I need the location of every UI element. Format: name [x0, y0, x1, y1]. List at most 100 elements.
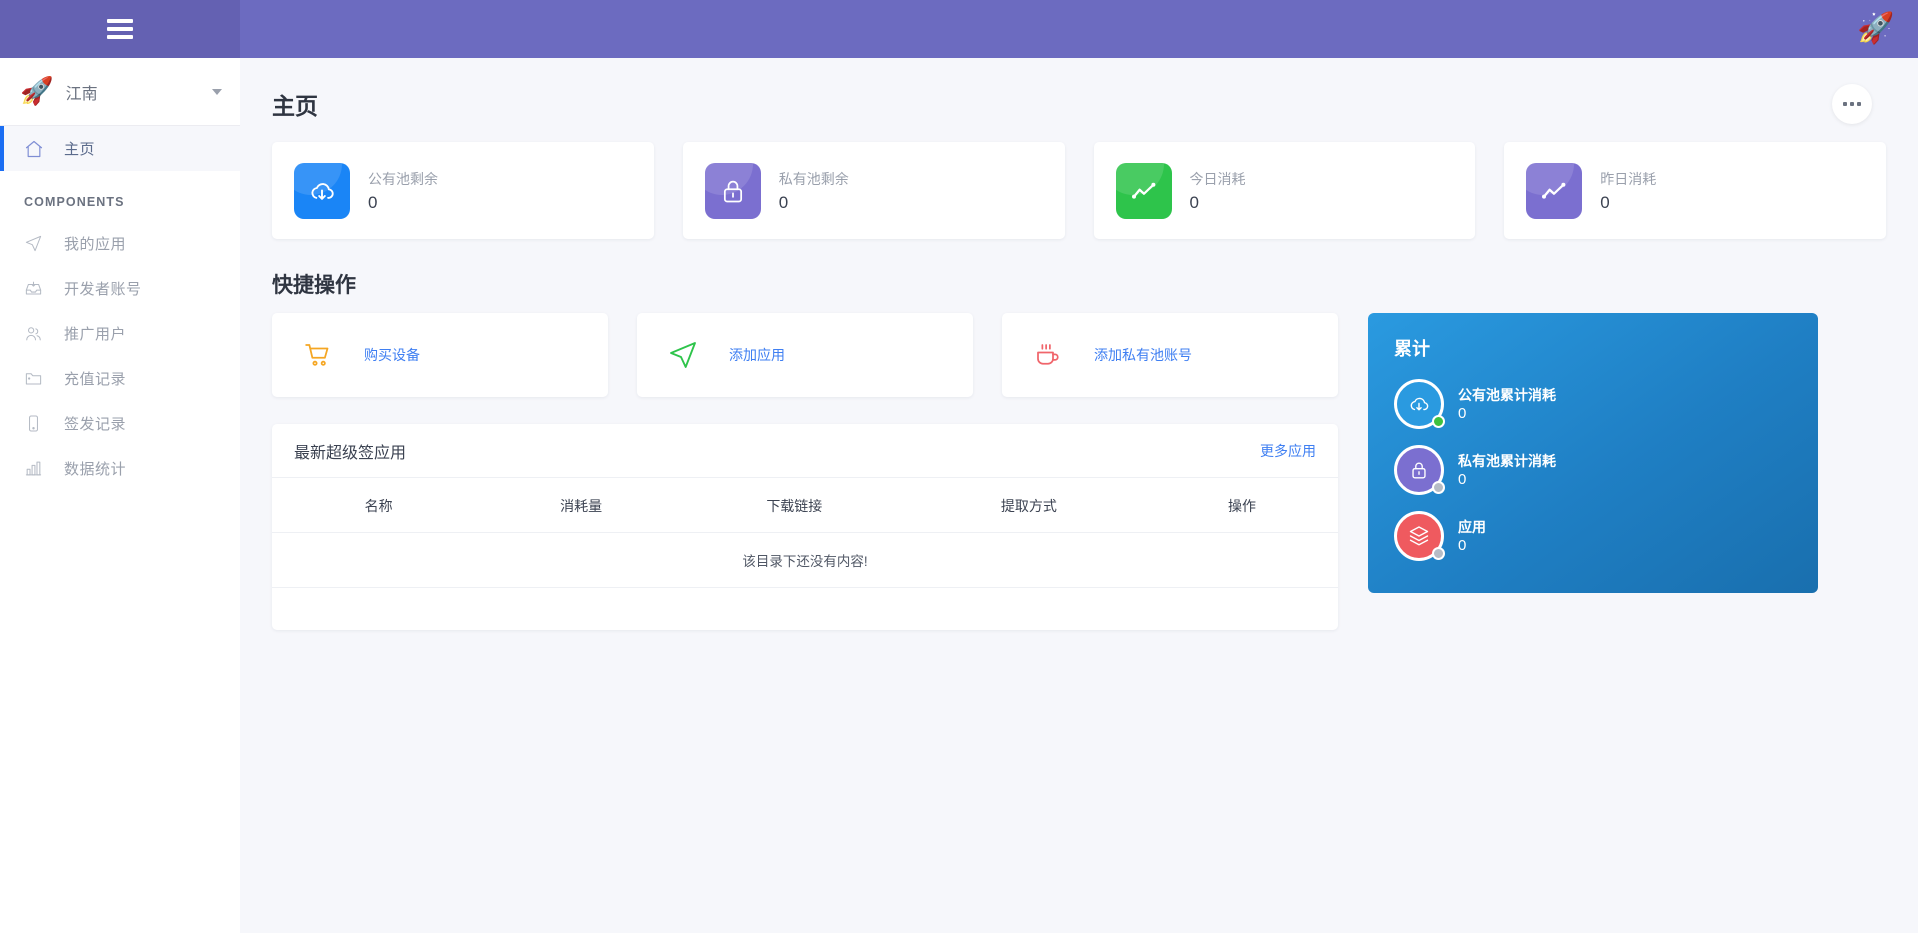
chevron-down-icon[interactable] [212, 89, 222, 95]
page-header: 主页 [240, 58, 1918, 124]
brand-name: 江南 [66, 80, 212, 104]
aggregate-value: 0 [1458, 537, 1486, 554]
main-content: 主页 公有池剩余 0 [240, 58, 1918, 933]
panel-footer [272, 588, 1338, 630]
more-apps-link[interactable]: 更多应用 [1260, 441, 1316, 461]
sidebar-item-label: 推广用户 [64, 323, 126, 344]
more-dots-icon[interactable] [1832, 84, 1872, 124]
quick-action-add-app[interactable]: 添加应用 [637, 313, 973, 397]
table-empty-row: 该目录下还没有内容! [272, 533, 1338, 588]
aggregate-panel: 累计 公有池累计消耗 0 [1368, 313, 1818, 593]
stat-card-public-pool-remaining[interactable]: 公有池剩余 0 [272, 142, 654, 239]
stat-value: 0 [1190, 193, 1246, 213]
stat-value: 0 [779, 193, 849, 213]
sidebar-item-label: 签发记录 [64, 413, 126, 434]
trend-up-icon [1526, 163, 1582, 219]
send-icon [637, 339, 729, 371]
aggregate-label: 公有池累计消耗 [1458, 386, 1556, 404]
stat-label: 私有池剩余 [779, 169, 849, 189]
stat-card-private-pool-remaining[interactable]: 私有池剩余 0 [683, 142, 1065, 239]
latest-apps-table: 名称 消耗量 下载链接 提取方式 操作 该目录下还没有内容! [272, 478, 1338, 588]
top-bar: 🚀 [0, 0, 1918, 58]
latest-apps-panel: 最新超级签应用 更多应用 名称 消耗量 下载链接 提取方式 操作 [272, 424, 1338, 630]
stat-value: 0 [1600, 193, 1656, 213]
hamburger-bar [107, 27, 133, 31]
sidebar-item-label: 开发者账号 [64, 278, 142, 299]
sidebar-item-signing-records[interactable]: 签发记录 [0, 401, 240, 446]
quick-action-buy-device[interactable]: 购买设备 [272, 313, 608, 397]
quick-action-label: 添加应用 [729, 345, 785, 365]
quick-action-row: 购买设备 添加应用 [272, 313, 1338, 397]
hamburger-icon[interactable] [107, 19, 133, 39]
coffee-cup-icon [1002, 340, 1094, 370]
table-header-row: 名称 消耗量 下载链接 提取方式 操作 [272, 478, 1338, 533]
shopping-cart-icon [272, 340, 364, 370]
aggregate-text: 私有池累计消耗 0 [1458, 452, 1556, 487]
table-column-header-fetch-method: 提取方式 [912, 478, 1147, 533]
table-column-header-download-link: 下载链接 [677, 478, 912, 533]
quick-action-add-private-pool-account[interactable]: 添加私有池账号 [1002, 313, 1338, 397]
dot [1857, 102, 1861, 106]
aggregate-item-private-pool[interactable]: 私有池累计消耗 0 [1394, 445, 1792, 495]
quick-action-label: 添加私有池账号 [1094, 345, 1192, 365]
cloud-download-icon [294, 163, 350, 219]
stat-label: 今日消耗 [1190, 169, 1246, 189]
mobile-icon [24, 413, 52, 435]
trend-up-icon [1116, 163, 1172, 219]
users-icon [24, 323, 52, 345]
stat-card-today-consumption[interactable]: 今日消耗 0 [1094, 142, 1476, 239]
hamburger-bar [107, 35, 133, 39]
aggregate-icon-wrap [1394, 511, 1444, 561]
sidebar-item-label: 数据统计 [64, 458, 126, 479]
sidebar-item-promotion-users[interactable]: 推广用户 [0, 311, 240, 356]
topbar-menu-region [0, 0, 240, 58]
quick-actions-title: 快捷操作 [240, 239, 1918, 299]
send-icon [24, 233, 52, 255]
table-column-header-name: 名称 [272, 478, 485, 533]
table-body: 该目录下还没有内容! [272, 533, 1338, 588]
stat-text: 私有池剩余 0 [779, 169, 849, 213]
rocket-icon[interactable]: 🚀 [1856, 9, 1896, 49]
dot [1843, 102, 1847, 106]
quick-action-label: 购买设备 [364, 345, 420, 365]
sidebar-section-label: COMPONENTS [0, 171, 240, 221]
status-dot [1432, 415, 1445, 428]
sidebar-item-developer-account[interactable]: 开发者账号 [0, 266, 240, 311]
brand-account-switcher[interactable]: 🚀 江南 [0, 58, 240, 126]
inbox-download-icon [24, 278, 52, 300]
stat-text: 昨日消耗 0 [1600, 169, 1656, 213]
sidebar-item-data-statistics[interactable]: 数据统计 [0, 446, 240, 491]
sidebar-item-label: 充值记录 [64, 368, 126, 389]
stat-text: 公有池剩余 0 [368, 169, 438, 213]
rocket-icon: 🚀 [20, 78, 54, 105]
aggregate-label: 应用 [1458, 518, 1486, 536]
stat-value: 0 [368, 193, 438, 213]
sidebar-item-home[interactable]: 主页 [0, 126, 240, 171]
aggregate-title: 累计 [1394, 335, 1792, 361]
stat-card-yesterday-consumption[interactable]: 昨日消耗 0 [1504, 142, 1886, 239]
table-column-header-consumption: 消耗量 [485, 478, 677, 533]
aggregate-item-public-pool[interactable]: 公有池累计消耗 0 [1394, 379, 1792, 429]
dot [1850, 102, 1854, 106]
panel-header: 最新超级签应用 更多应用 [272, 424, 1338, 478]
sidebar-item-recharge-records[interactable]: 充值记录 [0, 356, 240, 401]
aggregate-text: 公有池累计消耗 0 [1458, 386, 1556, 421]
hamburger-bar [107, 19, 133, 23]
aggregate-label: 私有池累计消耗 [1458, 452, 1556, 470]
sidebar-item-label: 我的应用 [64, 233, 126, 254]
aggregate-item-apps[interactable]: 应用 0 [1394, 511, 1792, 561]
table-column-header-actions: 操作 [1146, 478, 1338, 533]
page-title: 主页 [272, 87, 318, 121]
aggregate-text: 应用 0 [1458, 518, 1486, 553]
stat-label: 公有池剩余 [368, 169, 438, 189]
aggregate-value: 0 [1458, 471, 1556, 488]
status-dot [1432, 547, 1445, 560]
table-empty-text: 该目录下还没有内容! [272, 533, 1338, 588]
mid-left-column: 购买设备 添加应用 [272, 299, 1338, 630]
sidebar-item-label: 主页 [64, 138, 95, 159]
sidebar-item-my-apps[interactable]: 我的应用 [0, 221, 240, 266]
stat-card-row: 公有池剩余 0 私有池剩余 0 [240, 124, 1918, 239]
panel-title: 最新超级签应用 [294, 439, 406, 463]
aggregate-value: 0 [1458, 405, 1556, 422]
status-dot [1432, 481, 1445, 494]
